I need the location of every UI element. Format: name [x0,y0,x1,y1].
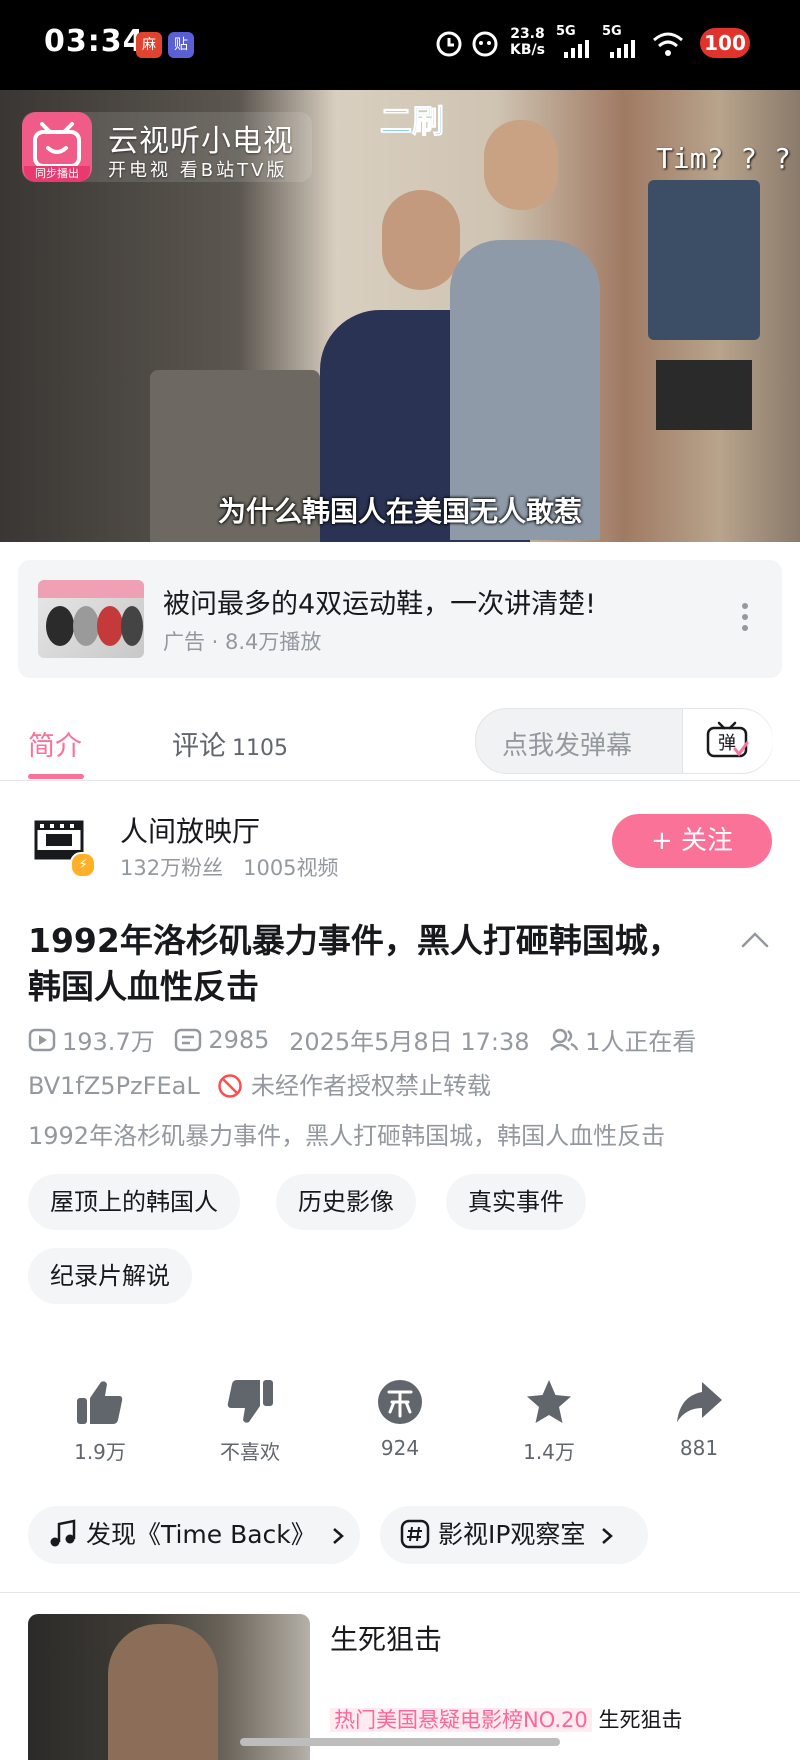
chevron-up-icon[interactable] [740,930,770,950]
scene-person-head [382,190,460,290]
thumbs-down-icon [227,1380,273,1423]
channel-subtitle: 开电视 看B站TV版 [108,160,288,181]
battery-indicator: 100 [700,28,750,58]
author-stats: 132万粉丝 1005视频 [120,852,339,882]
home-indicator[interactable] [240,1738,560,1746]
recommended-video-title[interactable]: 生死狙击 [330,1618,442,1658]
video-meta-row: 193.7万 2985 2025年5月8日 17:38 1人正在看 [28,1022,708,1057]
video-title: 1992年洛杉矶暴力事件，黑人打砸韩国城，韩国人血性反击 [28,921,681,1006]
coin-button[interactable]: 924 [340,1378,460,1460]
bvid[interactable]: BV1fZ5PzFEaL [28,1072,200,1100]
hot-rank-badge: 热门美国悬疑电影榜NO.20 [330,1708,592,1732]
favorite-button[interactable]: 1.4万 [489,1378,609,1465]
author-fans: 132万粉丝 [120,856,224,880]
verified-badge-icon: ⚡ [70,852,96,878]
status-bar: 03:34 麻 贴 23.8 KB/s 5G 5G 100 [0,0,800,90]
thumbs-up-icon [77,1381,123,1424]
recommended-video-subtitle: 生死狙击 [598,1708,683,1732]
comment-count: 1105 [232,736,288,761]
tab-comments[interactable]: 评论 1105 [172,724,288,763]
danmaku-icon-text: 弹 [718,733,736,754]
ad-meta: 广告 · 8.4万播放 [163,630,322,654]
like-button[interactable]: 1.9万 [40,1378,160,1465]
viewers-icon [550,1028,579,1051]
channel-title: 云视听小电视 [108,124,294,159]
scene-payphone [648,180,760,340]
tab-comments-label: 评论 [172,731,226,762]
status-time: 03:34 [44,24,145,59]
play-count-icon [28,1028,56,1051]
music-link-chip[interactable]: 发现《Time Back》 [28,1506,360,1564]
danmaku-count-icon [175,1028,202,1051]
share-arrow-icon [677,1382,722,1422]
sim2-label: 5G [602,24,622,39]
copyright-notice: 未经作者授权禁止转载 [250,1072,491,1100]
author-video-count: 1005视频 [243,856,339,880]
tab-active-indicator [28,774,84,779]
tag-chip[interactable]: 纪录片解说 [28,1248,192,1304]
more-options-icon[interactable] [742,602,748,632]
video-player[interactable]: 同步播出 云视听小电视 开电视 看B站TV版 二刷 Tim? ? ? 为什么韩国… [0,90,800,542]
ad-title[interactable]: 被问最多的4双运动鞋，一次讲清楚! [163,582,596,621]
coin-icon [378,1380,422,1424]
video-overlay-text: Tim? ? ? [656,142,791,175]
cat-app-icon [472,31,498,57]
tab-intro[interactable]: 简介 [28,724,82,763]
signal-icon [564,40,589,58]
favorite-count: 1.4万 [523,1440,575,1464]
signal-icon [610,40,635,58]
topic-link-chip[interactable]: 影视IP观察室 [380,1506,648,1564]
watching-now: 1人正在看 [585,1028,697,1056]
section-divider [0,1592,800,1593]
share-count: 881 [679,1436,719,1460]
play-count: 193.7万 [62,1028,155,1056]
danmaku-toggle-button[interactable]: 弹 [682,709,773,773]
author-name[interactable]: 人间放映厅 [120,810,260,850]
wifi-icon [653,32,683,56]
tag-chip[interactable]: 历史影像 [276,1174,416,1230]
sim1-label: 5G [556,24,576,39]
tag-chip[interactable]: 真实事件 [446,1174,586,1230]
publish-date: 2025年5月8日 17:38 [289,1028,530,1056]
app-notification-icon: 贴 [168,32,194,58]
tag-chip[interactable]: 屋顶上的韩国人 [28,1174,240,1230]
net-speed: 23.8 KB/s [510,26,545,58]
no-repost-icon [218,1074,243,1098]
danmaku-input[interactable]: 点我发弹幕 弹 [475,708,773,774]
video-subtitle: 为什么韩国人在美国无人敢惹 [217,495,582,528]
danmaku-icon: 弹 [706,721,749,758]
follow-button[interactable]: + 关注 [612,814,772,868]
ad-thumbnail[interactable] [38,580,144,658]
dislike-button[interactable]: 不喜欢 [190,1378,310,1465]
ad-card[interactable]: 被问最多的4双运动鞋，一次讲清楚! 广告 · 8.4万播放 [18,560,782,678]
video-description: 1992年洛杉矶暴力事件，黑人打砸韩国城，韩国人血性反击 [28,1122,666,1150]
tab-bar: 简介 评论 1105 点我发弹幕 弹 [0,694,800,781]
star-icon [527,1380,571,1423]
video-overlay-text: 二刷 [379,102,445,141]
video-id-row: BV1fZ5PzFEaL 未经作者授权禁止转载 [28,1066,491,1101]
topic-hashtag-icon [400,1519,430,1549]
app-notification-icon: 麻 [136,32,162,58]
danmaku-placeholder[interactable]: 点我发弹幕 [502,725,632,762]
like-count: 1.9万 [74,1440,126,1464]
chevron-right-icon [602,1528,614,1544]
share-button[interactable]: 881 [639,1378,759,1460]
music-note-icon [50,1519,76,1547]
alarm-icon [436,31,462,57]
dislike-label: 不喜欢 [220,1440,280,1464]
scene-payphone-box [656,360,752,430]
music-link-label: 发现《Time Back》 [85,1520,316,1549]
recommended-video-sub: 热门美国悬疑电影榜NO.20 生死狙击 [330,1704,682,1734]
danmaku-count: 2985 [208,1025,270,1054]
coin-count: 924 [380,1436,420,1460]
topic-link-label: 影视IP观察室 [437,1520,586,1549]
scene-person-head [484,120,558,210]
channel-badge: 同步播出 [24,166,90,182]
scene-face [108,1624,218,1760]
chevron-right-icon [332,1528,344,1544]
